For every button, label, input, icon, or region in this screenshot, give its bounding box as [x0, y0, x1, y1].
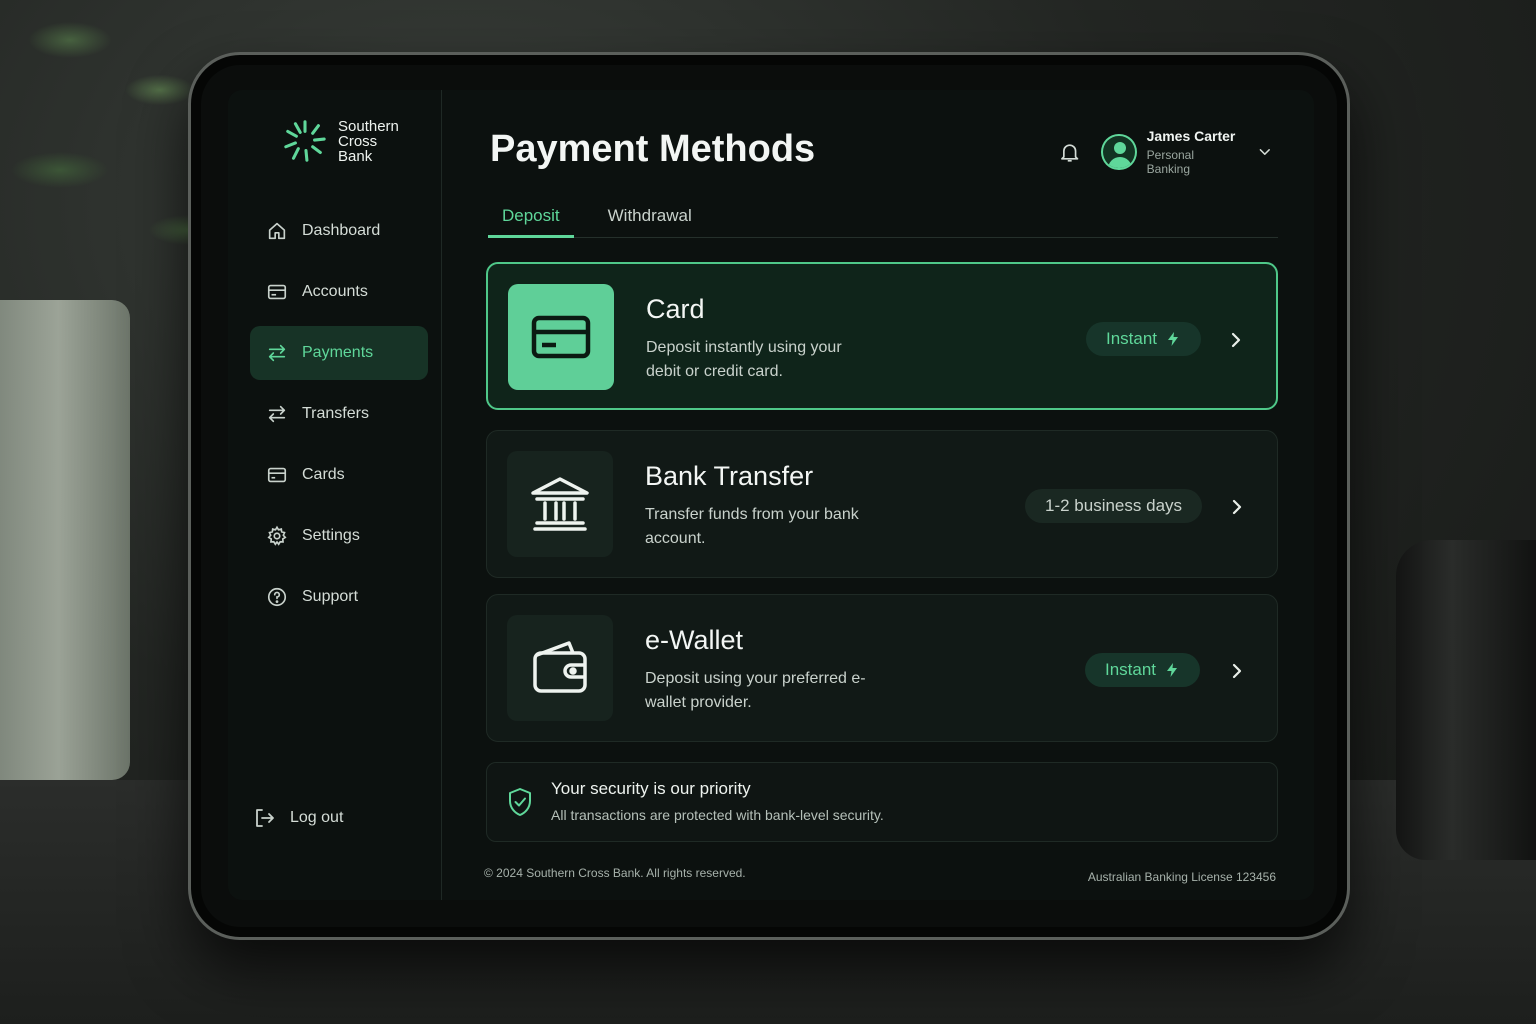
- user-name: James Carter: [1146, 128, 1236, 144]
- sidebar-item-accounts[interactable]: Accounts: [250, 265, 428, 319]
- method-description: Deposit using your preferred e-wallet pr…: [645, 670, 866, 711]
- chevron-right-icon[interactable]: [1226, 330, 1246, 350]
- method-icon-tile: [508, 284, 614, 390]
- page-title: Payment Methods: [490, 128, 816, 170]
- method-title: Bank Transfer: [645, 461, 814, 491]
- logout-label: Log out: [290, 809, 344, 826]
- sidebar-item-settings[interactable]: Settings: [250, 509, 428, 563]
- sidebar-item-support[interactable]: Support: [250, 570, 428, 624]
- credit-card-icon: [531, 315, 591, 359]
- sidebar-item-label: Cards: [302, 466, 345, 483]
- speed-badge: 1-2 business days: [1025, 489, 1203, 523]
- credit-card-icon: [267, 467, 287, 483]
- sidebar: Southern Cross Bank Dashboard Accounts P…: [228, 90, 442, 900]
- badge-label: Instant: [1105, 660, 1157, 679]
- sidebar-item-label: Settings: [302, 527, 360, 544]
- brand-name-line1: Southern: [338, 117, 399, 135]
- tab-deposit[interactable]: Deposit: [488, 194, 574, 238]
- sidebar-nav: Dashboard Accounts Payments Transfers Ca…: [250, 204, 428, 631]
- sidebar-item-label: Payments: [302, 344, 374, 361]
- user-info[interactable]: James Carter Personal Banking: [1147, 128, 1239, 176]
- app-screen: Southern Cross Bank Dashboard Accounts P…: [228, 90, 1314, 900]
- bell-icon[interactable]: [1058, 140, 1081, 164]
- security-title: Your security is our priority: [551, 779, 751, 798]
- shield-check-icon: [509, 788, 531, 816]
- method-title: Card: [646, 294, 705, 324]
- main-content: Payment Methods James Carter Personal Ba…: [474, 90, 1278, 900]
- payment-method-ewallet[interactable]: e-Wallet Deposit using your preferred e-…: [486, 594, 1278, 742]
- sidebar-item-cards[interactable]: Cards: [250, 448, 428, 502]
- avatar[interactable]: [1101, 134, 1137, 170]
- wallet-card-icon: [267, 284, 287, 300]
- help-circle-icon: [267, 587, 287, 607]
- home-icon: [268, 222, 286, 240]
- sidebar-item-label: Dashboard: [302, 222, 381, 239]
- background-mug: [1396, 540, 1536, 860]
- method-description: Transfer funds from your bank account.: [645, 506, 859, 547]
- license-text: Australian Banking License 123456: [1087, 870, 1276, 884]
- security-subtitle: All transactions are protected with bank…: [551, 807, 884, 823]
- chevron-right-icon[interactable]: [1227, 661, 1247, 681]
- bank-icon: [531, 477, 589, 531]
- user-role: Personal Banking: [1146, 148, 1195, 176]
- chevron-right-icon[interactable]: [1227, 497, 1247, 517]
- brand-logo[interactable]: Southern Cross Bank: [282, 118, 418, 164]
- copyright-text: © 2024 Southern Cross Bank. All rights r…: [484, 866, 746, 880]
- lightning-icon: [1167, 663, 1178, 677]
- background-pot: [0, 300, 130, 780]
- header-actions: James Carter Personal Banking: [1058, 128, 1274, 176]
- method-title: e-Wallet: [645, 625, 744, 655]
- tab-withdrawal[interactable]: Withdrawal: [594, 194, 706, 238]
- logout-button[interactable]: Log out: [252, 806, 343, 830]
- brand-name-line3: Bank: [338, 147, 373, 165]
- brand-name: Southern Cross Bank: [338, 119, 418, 164]
- wallet-icon: [533, 641, 587, 693]
- sidebar-item-label: Transfers: [302, 405, 369, 422]
- logout-icon: [256, 809, 274, 827]
- lightning-icon: [1168, 332, 1179, 346]
- chevron-down-icon[interactable]: [1256, 143, 1274, 161]
- method-icon-tile: [507, 451, 613, 557]
- brand-name-line2: Cross: [338, 132, 378, 150]
- method-description: Deposit instantly using your debit or cr…: [646, 339, 842, 380]
- security-notice: Your security is our priority All transa…: [486, 762, 1278, 842]
- speed-badge: Instant: [1085, 653, 1201, 687]
- sidebar-item-dashboard[interactable]: Dashboard: [250, 204, 428, 258]
- sidebar-item-label: Accounts: [302, 283, 368, 300]
- payment-method-bank-transfer[interactable]: Bank Transfer Transfer funds from your b…: [486, 430, 1278, 578]
- sidebar-item-label: Support: [302, 588, 359, 605]
- payment-method-card[interactable]: Card Deposit instantly using your debit …: [486, 262, 1278, 410]
- badge-label: Instant: [1106, 329, 1158, 348]
- tab-bar: Deposit Withdrawal: [488, 194, 1278, 238]
- sidebar-item-payments[interactable]: Payments: [250, 326, 428, 380]
- sidebar-item-transfers[interactable]: Transfers: [250, 387, 428, 441]
- method-icon-tile: [507, 615, 613, 721]
- badge-label: 1-2 business days: [1045, 496, 1183, 515]
- arrows-swap-icon: [268, 405, 286, 423]
- speed-badge: Instant: [1086, 322, 1202, 356]
- arrows-swap-icon: [268, 344, 286, 362]
- gear-icon: [267, 525, 287, 546]
- starburst-logo-icon: [284, 120, 326, 162]
